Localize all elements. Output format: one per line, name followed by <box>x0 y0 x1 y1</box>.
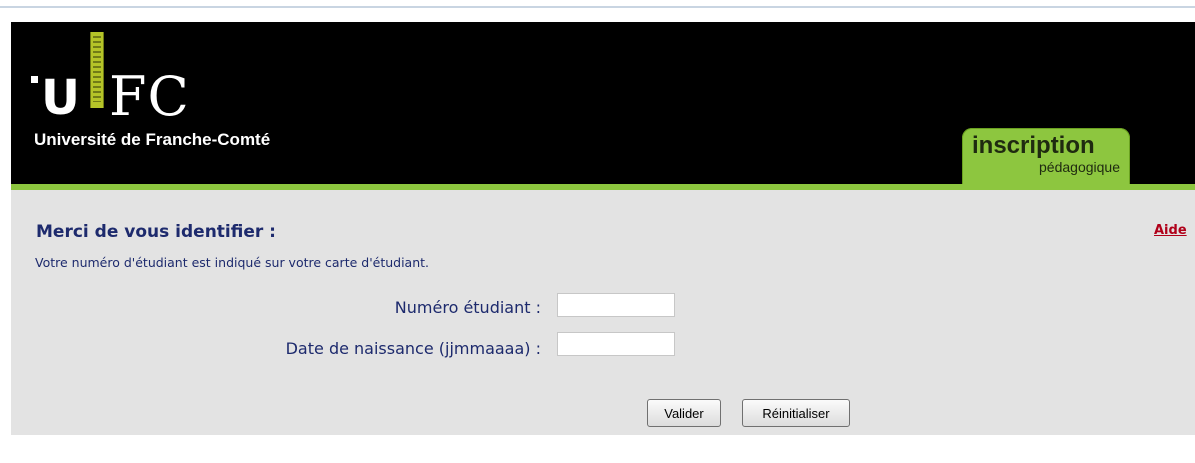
tab-title: inscription <box>972 132 1095 159</box>
ufc-logo: U FC <box>31 32 221 132</box>
help-link[interactable]: Aide <box>1154 223 1187 238</box>
student-number-input[interactable] <box>557 293 675 317</box>
inscription-tab: inscription pédagogique <box>962 128 1130 186</box>
logo-bar-icon <box>90 32 104 108</box>
university-name: Université de Franche-Comté <box>34 130 271 149</box>
birthdate-label: Date de naissance (jjmmaaaa) : <box>285 339 541 358</box>
login-panel: Merci de vous identifier : Aide Votre nu… <box>11 190 1195 435</box>
submit-button[interactable]: Valider <box>647 399 721 427</box>
logo-u-letter: U <box>41 70 80 126</box>
birthdate-input[interactable] <box>557 332 675 356</box>
top-divider <box>0 6 1195 8</box>
student-number-label: Numéro étudiant : <box>394 298 541 317</box>
form-hint: Votre numéro d'étudiant est indiqué sur … <box>35 255 430 270</box>
form-title: Merci de vous identifier : <box>36 222 276 242</box>
site-header: U FC Université de Franche-Comté inscrip… <box>11 22 1195 186</box>
tab-subtitle: pédagogique <box>1039 159 1120 175</box>
reset-button[interactable]: Réinitialiser <box>742 399 850 427</box>
logo-dot <box>31 76 38 83</box>
logo-fc-letters: FC <box>109 65 190 128</box>
